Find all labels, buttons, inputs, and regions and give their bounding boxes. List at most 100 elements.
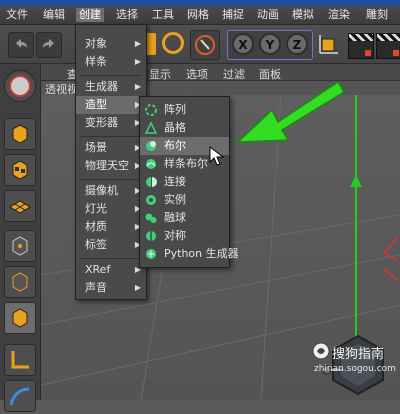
undo-icon [16, 39, 27, 48]
create-menu-item-tag[interactable]: 标签 ▶ [76, 236, 146, 254]
submenu-item-label: 阵列 [164, 103, 186, 116]
tweak-icon [9, 387, 30, 406]
z-axis-button[interactable]: Z [286, 33, 308, 55]
instance-icon [146, 195, 156, 205]
menu-simulate[interactable]: 模拟 [292, 8, 314, 22]
submenu-item-label: Python 生成器 [164, 247, 239, 260]
submenu-arrow-icon: ▶ [134, 82, 141, 91]
submenu-arrow-icon: ▶ [134, 39, 141, 48]
redo-button[interactable] [36, 32, 62, 58]
create-menu-item-label: 造型 [85, 98, 107, 111]
create-menu-item-physical-sky[interactable]: 物理天空 ▶ [76, 157, 146, 175]
watermark: 搜狗指南 zhinan.sogou.com [312, 340, 398, 386]
axis-mode-button[interactable] [4, 344, 36, 376]
mouse-cursor-icon [209, 146, 225, 166]
menu-file[interactable]: 文件 [6, 8, 28, 22]
create-menu-item-label: 变形器 [85, 116, 118, 129]
create-menu-item-scene[interactable]: 场景 ▶ [76, 139, 146, 157]
submenu-item-label: 晶格 [164, 121, 186, 134]
sogou-logo-icon [312, 342, 330, 360]
create-menu-item-label: 材质 [85, 220, 107, 233]
menu-snap[interactable]: 捕捉 [222, 8, 244, 22]
spline-mask-icon [146, 159, 156, 169]
coordinate-system-button[interactable] [316, 31, 342, 57]
rotate-tool-icon[interactable] [162, 32, 184, 54]
recent-tool-button[interactable] [190, 30, 220, 60]
python-icon [146, 249, 156, 259]
submenu-arrow-icon: ▶ [134, 283, 141, 292]
submenu-item-symmetry[interactable]: 对称 [140, 227, 229, 245]
tweak-mode-button[interactable] [4, 380, 36, 412]
submenu-item-label: 实例 [164, 193, 186, 206]
create-menu-item-modeling[interactable]: 造型 ▶ [76, 96, 146, 114]
menu-mesh[interactable]: 网格 [187, 8, 209, 22]
submenu-item-connect[interactable]: 连接 [140, 173, 229, 191]
create-menu-item-label: XRef [85, 263, 111, 276]
polygons-mode-button[interactable] [4, 302, 36, 334]
create-menu-item-deformer[interactable]: 变形器 ▶ [76, 114, 146, 132]
create-menu-item-label: 物理天空 [85, 159, 129, 172]
globe-icon [9, 75, 31, 97]
symmetry-icon [146, 231, 156, 241]
texture-mode-button[interactable] [4, 154, 36, 186]
create-menu-item-label: 样条 [85, 55, 107, 68]
create-menu-item-label: 对象 [85, 37, 107, 50]
create-menu-item-light[interactable]: 灯光 ▶ [76, 200, 146, 218]
modeling-submenu: 阵列 晶格 布尔 样条布尔 连接 实例 融球 对称 Python 生成器 [139, 96, 239, 268]
create-menu-item-sound[interactable]: 声音 ▶ [76, 279, 146, 297]
atom-array-icon [145, 122, 157, 134]
submenu-item-instance[interactable]: 实例 [140, 191, 229, 209]
cube-icon [12, 124, 28, 144]
menu-select[interactable]: 选择 [116, 8, 138, 22]
create-menu-item-xref[interactable]: XRef ▶ [76, 261, 146, 279]
edges-cube-icon [12, 272, 28, 292]
red-axis-gizmo [382, 236, 399, 282]
submenu-arrow-icon: ▶ [134, 57, 141, 66]
submenu-item-label: 对称 [164, 229, 186, 242]
create-menu-item-label: 灯光 [85, 202, 107, 215]
workplane-grid-button[interactable] [4, 190, 36, 222]
submenu-item-array[interactable]: 阵列 [140, 101, 229, 119]
workplane-button[interactable] [4, 70, 36, 102]
create-menu-item-label: 声音 [85, 281, 107, 294]
create-menu: 对象 ▶ 样条 ▶ 生成器 ▶ 造型 ▶ 变形器 ▶ 场景 ▶ 物理天空 ▶ 摄像机 ▶ 灯光 ▶… [75, 24, 147, 300]
model-mode-button[interactable] [4, 118, 36, 150]
create-menu-item-camera[interactable]: 摄像机 ▶ [76, 182, 146, 200]
green-arrow-icon [236, 80, 346, 143]
create-menu-item-spline[interactable]: 样条 ▶ [76, 53, 146, 71]
x-axis-button[interactable]: X [232, 33, 254, 55]
recent-tool-icon [195, 35, 215, 55]
watermark-url: zhinan.sogou.com [314, 364, 396, 374]
viewport-menu-options[interactable]: 选项 [186, 66, 208, 82]
points-mode-button[interactable] [4, 230, 36, 262]
menu-divider [80, 179, 142, 180]
y-axis-button[interactable]: Y [259, 33, 281, 55]
menu-divider [80, 136, 142, 137]
menu-create[interactable]: 创建 [76, 8, 104, 22]
menu-animate[interactable]: 动画 [257, 8, 279, 22]
create-menu-item-generator[interactable]: 生成器 ▶ [76, 78, 146, 96]
checker-cube-icon [12, 160, 28, 180]
menu-edit[interactable]: 编辑 [43, 8, 65, 22]
render-view-icon[interactable] [348, 33, 374, 59]
array-icon [145, 104, 157, 116]
boole-icon [146, 141, 156, 151]
submenu-item-metaball[interactable]: 融球 [140, 209, 229, 227]
create-menu-item-label: 摄像机 [85, 184, 118, 197]
scale-tool-icon[interactable] [146, 33, 156, 55]
create-menu-item-material[interactable]: 材质 ▶ [76, 218, 146, 236]
menu-tools[interactable]: 工具 [152, 8, 174, 22]
render-picture-icon[interactable] [376, 33, 400, 59]
menu-render[interactable]: 渲染 [328, 8, 350, 22]
viewport-menu-display[interactable]: 显示 [149, 66, 171, 82]
undo-button[interactable] [8, 32, 34, 58]
create-menu-item-object[interactable]: 对象 ▶ [76, 35, 146, 53]
coordinate-system-icon [319, 35, 338, 54]
submenu-item-atom-array[interactable]: 晶格 [140, 119, 229, 137]
submenu-item-python-generator[interactable]: Python 生成器 [140, 245, 239, 263]
menu-sculpt[interactable]: 雕刻 [366, 8, 388, 22]
connect-icon [146, 177, 157, 187]
edges-mode-button[interactable] [4, 266, 36, 298]
submenu-item-label: 融球 [164, 211, 186, 224]
menubar: 文件 编辑 创建 选择 工具 网格 捕捉 动画 模拟 渲染 雕刻 [0, 6, 400, 25]
